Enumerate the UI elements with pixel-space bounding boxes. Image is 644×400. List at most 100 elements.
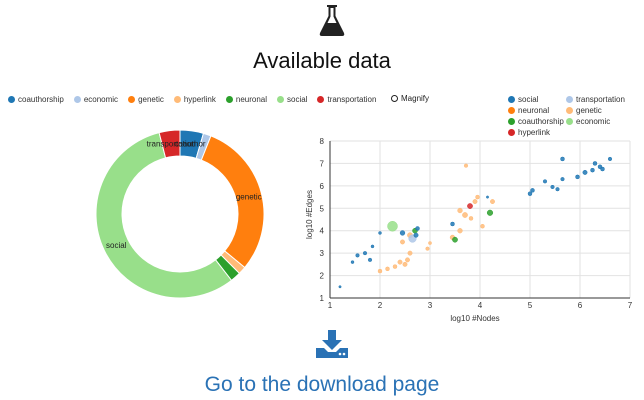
scatter-point[interactable] [399,230,406,236]
scatter-point[interactable] [472,199,478,205]
scatter-point[interactable] [413,232,419,238]
legend-dot [317,96,325,103]
scatter-point[interactable] [486,195,489,199]
scatter-point[interactable] [467,203,473,209]
legend-label: social [518,95,539,104]
scatter-point[interactable] [575,174,580,180]
scatter-point[interactable] [425,246,430,251]
scatter-point[interactable] [527,191,533,196]
legend-dot [128,96,136,103]
scatter-point[interactable] [590,167,595,173]
scatter-point[interactable] [415,226,420,231]
legend-item-transportation[interactable]: transportation [566,95,644,104]
donut-slice-label: coauthor [174,140,205,149]
donut-legend: coauthorship economic genetic hyperlink … [8,95,376,104]
scatter-legend: social transportation neuronal genetic c… [508,95,644,137]
legend-item-transportation[interactable]: transportation [317,95,376,104]
y-tick-label: 5 [320,204,325,213]
legend-item-coauthorship[interactable]: coauthorship [508,117,566,126]
legend-label: coauthorship [518,117,564,126]
legend-dot [566,96,573,103]
magnify-label: Magnify [401,94,430,103]
legend-item-social[interactable]: social [508,95,566,104]
download-page-link[interactable]: Go to the download page [0,373,644,397]
x-tick-label: 5 [528,301,533,310]
scatter-point[interactable] [397,259,403,265]
legend-dot [8,96,15,103]
legend-item-economic[interactable]: economic [566,117,644,126]
scatter-point[interactable] [370,244,375,249]
legend-item-neuronal[interactable]: neuronal [508,106,566,115]
x-tick-label: 4 [478,301,483,310]
legend-dot [225,96,233,103]
scatter-point[interactable] [560,177,565,182]
scatter-point[interactable] [457,228,463,234]
legend-label: economic [83,95,119,104]
scatter-point[interactable] [490,199,495,205]
legend-item-social[interactable]: social [277,95,307,104]
scatter-point[interactable] [530,188,535,193]
legend-dot [566,107,573,114]
scatter-point[interactable] [385,266,390,272]
legend-item-genetic[interactable]: genetic [128,95,164,104]
scatter-point[interactable] [428,241,432,245]
legend-item-economic[interactable]: economic [73,95,119,104]
y-axis-label: log10 #Edges [305,190,314,239]
scatter-point[interactable] [560,156,565,162]
scatter-point[interactable] [592,161,598,166]
legend-label: neuronal [518,106,550,115]
legend-dot [566,118,573,125]
scatter-point[interactable] [582,169,588,175]
scatter-point[interactable] [462,212,468,218]
scatter-point[interactable] [377,268,383,274]
x-tick-label: 6 [578,301,583,310]
y-tick-label: 2 [320,272,325,281]
donut-slice-genetic[interactable] [200,135,265,269]
legend-dot [73,96,81,103]
scatter-point[interactable] [457,207,463,214]
legend-item-genetic[interactable]: genetic [566,106,644,115]
donut-slice-label: genetic [236,192,262,201]
scatter-point[interactable] [387,220,398,232]
legend-item-coauthorship[interactable]: coauthorship [8,95,64,104]
scatter-point[interactable] [350,260,355,264]
magnify-radio-icon[interactable] [391,95,398,102]
y-tick-label: 3 [320,249,325,258]
scatter-point[interactable] [468,216,474,221]
scatter-point[interactable] [480,223,485,229]
scatter-point[interactable] [367,257,373,262]
legend-label: economic [576,117,611,126]
scatter-point[interactable] [355,253,360,258]
legend-dot [508,107,515,114]
scatter-point[interactable] [463,163,469,168]
scatter-point[interactable] [452,236,458,243]
scatter-point[interactable] [550,184,555,190]
scatter-point[interactable] [607,156,613,161]
scatter-point[interactable] [392,264,398,269]
scatter-point[interactable] [555,187,560,192]
scatter-point[interactable] [542,179,548,184]
flask-icon [319,5,345,36]
magnify-toggle[interactable]: Magnify [391,94,429,103]
scatter-point[interactable] [486,209,494,216]
legend-item-hyperlink[interactable]: hyperlink [173,95,216,104]
scatter-point[interactable] [600,166,605,172]
scatter-point[interactable] [450,221,455,227]
scatter-point[interactable] [402,261,408,267]
y-tick-label: 4 [320,227,325,236]
scatter-point[interactable] [378,231,382,235]
scatter-point[interactable] [405,257,410,263]
scatter-point[interactable] [400,239,405,245]
legend-label: genetic [576,106,602,115]
legend-label: genetic [138,95,164,104]
donut-slice-label: social [106,241,127,250]
legend-label: neuronal [235,95,268,104]
legend-label: transportation [576,95,625,104]
y-tick-label: 6 [320,182,325,191]
scatter-point[interactable] [362,251,368,256]
download-icon[interactable] [316,330,348,358]
scatter-point[interactable] [407,250,413,256]
scatter-point[interactable] [475,194,480,200]
scatter-point[interactable] [338,285,342,289]
legend-item-neuronal[interactable]: neuronal [225,95,268,104]
